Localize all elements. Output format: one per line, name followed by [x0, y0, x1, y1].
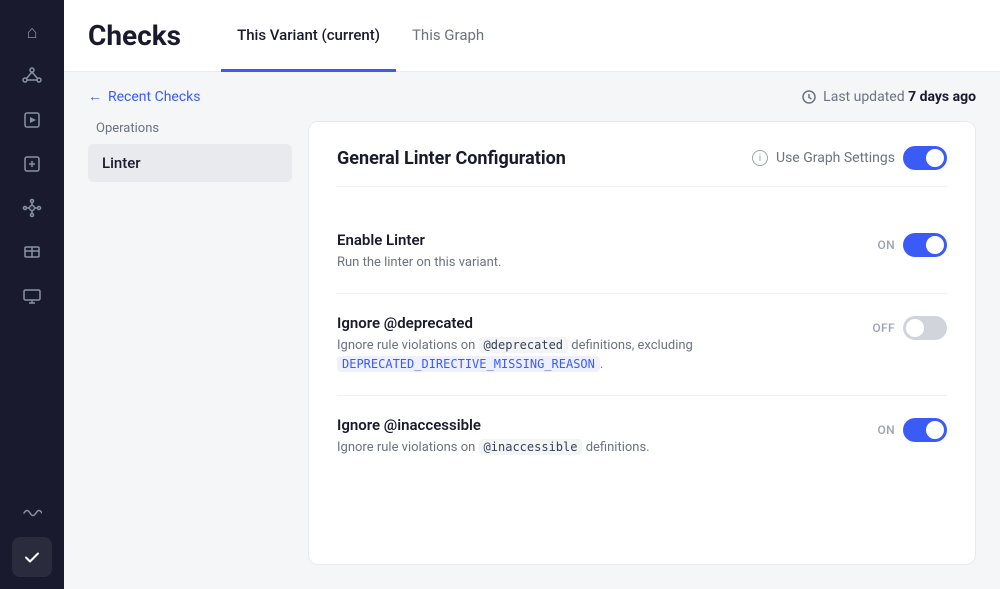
- ignore-inaccessible-status: ON: [877, 423, 895, 437]
- use-graph-settings-toggle[interactable]: [903, 146, 947, 170]
- config-title: General Linter Configuration: [337, 148, 566, 169]
- right-panel: General Linter Configuration i Use Graph…: [308, 121, 976, 565]
- breadcrumb-bar: ← Recent Checks Last updated 7 days ago: [64, 72, 1000, 121]
- enable-linter-status: ON: [877, 238, 895, 252]
- clock-icon: [801, 89, 817, 105]
- two-column-layout: Operations Linter General Linter Configu…: [64, 121, 1000, 589]
- page-header: Checks This Variant (current) This Graph: [64, 0, 1000, 72]
- tab-this-graph[interactable]: This Graph: [396, 1, 500, 72]
- tab-bar: This Variant (current) This Graph: [221, 0, 500, 71]
- ignore-deprecated-toggle[interactable]: [903, 316, 947, 340]
- setting-ignore-inaccessible: Ignore @inaccessible Ignore rule violati…: [337, 396, 947, 478]
- wave-icon[interactable]: [12, 493, 52, 533]
- ignore-inaccessible-toggle[interactable]: [903, 418, 947, 442]
- setting-desc-ignore-inaccessible: Ignore rule violations on @inaccessible …: [337, 438, 861, 458]
- plus-square-icon[interactable]: [12, 144, 52, 184]
- breadcrumb-label: Recent Checks: [108, 89, 200, 105]
- setting-name-enable-linter: Enable Linter: [337, 231, 861, 249]
- play-icon[interactable]: [12, 100, 52, 140]
- hub-icon[interactable]: [12, 188, 52, 228]
- config-header: General Linter Configuration i Use Graph…: [337, 146, 947, 187]
- main-content: Checks This Variant (current) This Graph…: [64, 0, 1000, 589]
- content-area: ← Recent Checks Last updated 7 days ago …: [64, 72, 1000, 589]
- setting-control-ignore-inaccessible: ON: [877, 416, 947, 442]
- graph-icon[interactable]: [12, 56, 52, 96]
- setting-name-ignore-inaccessible: Ignore @inaccessible: [337, 416, 861, 434]
- use-graph-settings: i Use Graph Settings: [752, 146, 947, 170]
- setting-enable-linter: Enable Linter Run the linter on this var…: [337, 211, 947, 294]
- nav-item-linter[interactable]: Linter: [88, 144, 292, 182]
- section-label: Operations: [88, 121, 292, 136]
- setting-desc-enable-linter: Run the linter on this variant.: [337, 253, 861, 273]
- tab-this-variant[interactable]: This Variant (current): [221, 1, 396, 72]
- check-icon[interactable]: [12, 537, 52, 577]
- setting-desc-ignore-deprecated: Ignore rule violations on @deprecated de…: [337, 336, 856, 375]
- setting-control-ignore-deprecated: OFF: [872, 314, 947, 340]
- enable-linter-toggle[interactable]: [903, 233, 947, 257]
- ignore-deprecated-status: OFF: [872, 321, 895, 335]
- last-updated: Last updated 7 days ago: [801, 89, 976, 105]
- setting-name-ignore-deprecated: Ignore @deprecated: [337, 314, 856, 332]
- arrow-left-icon: ←: [88, 88, 102, 105]
- table-icon[interactable]: [12, 232, 52, 272]
- left-panel: Operations Linter: [88, 121, 308, 565]
- setting-control-enable-linter: ON: [877, 231, 947, 257]
- sidebar: ⌂: [0, 0, 64, 589]
- page-title: Checks: [88, 19, 181, 52]
- use-graph-settings-label: Use Graph Settings: [776, 150, 895, 166]
- recent-checks-link[interactable]: ← Recent Checks: [88, 88, 200, 105]
- monitor-icon[interactable]: [12, 276, 52, 316]
- setting-ignore-deprecated: Ignore @deprecated Ignore rule violation…: [337, 294, 947, 396]
- info-icon[interactable]: i: [752, 150, 768, 166]
- home-icon[interactable]: ⌂: [12, 12, 52, 52]
- deprecated-directive-link[interactable]: DEPRECATED_DIRECTIVE_MISSING_REASON: [337, 356, 600, 372]
